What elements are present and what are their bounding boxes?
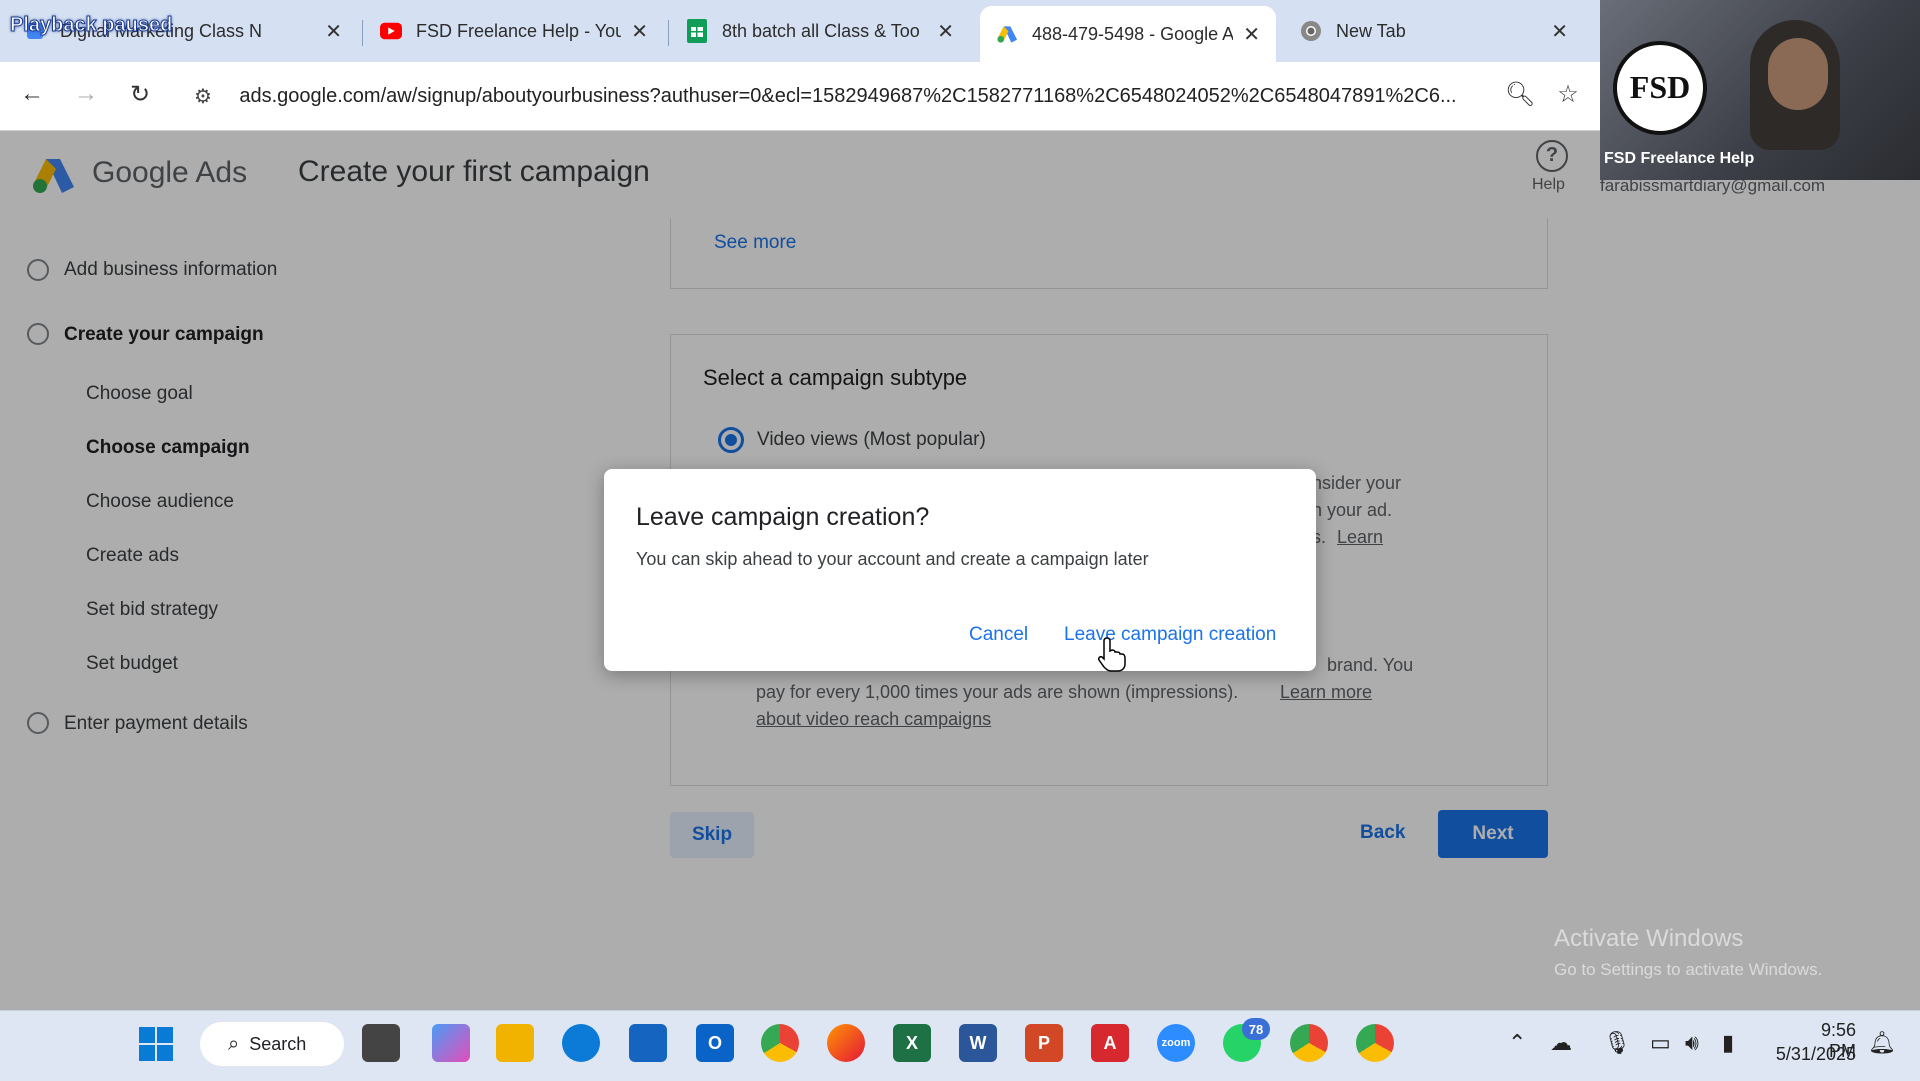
webcam-channel-label: FSD Freelance Help xyxy=(1604,150,1755,167)
cancel-button[interactable]: Cancel xyxy=(969,624,1028,646)
tab-8th-batch[interactable]: 8th batch all Class & Too ✕ xyxy=(670,6,970,56)
leave-campaign-button[interactable]: Leave campaign creation xyxy=(1064,624,1276,646)
tab-google-ads[interactable]: 488-479-5498 - Google A ✕ xyxy=(980,6,1276,62)
sheets-icon xyxy=(686,19,708,43)
chrome-icon xyxy=(1300,20,1322,42)
outlook-icon[interactable]: O xyxy=(696,1024,734,1062)
fsd-logo-text: FSD xyxy=(1630,69,1690,105)
windows-start-icon[interactable] xyxy=(138,1026,174,1062)
zoom-app-icon[interactable]: zoom xyxy=(1157,1024,1195,1062)
taskbar-search[interactable]: ⌕ Search xyxy=(200,1022,344,1066)
tab-title: New Tab xyxy=(1336,20,1406,41)
clock-date[interactable]: 5/31/2025 xyxy=(1770,1044,1856,1065)
edge-icon[interactable] xyxy=(562,1024,600,1062)
bookmark-star-icon[interactable]: ☆ xyxy=(1552,80,1584,109)
tab-new-tab[interactable]: New Tab ✕ xyxy=(1284,6,1584,56)
close-tab-icon[interactable]: ✕ xyxy=(631,19,648,44)
youtube-icon xyxy=(380,20,402,42)
tab-title: 8th batch all Class & Too xyxy=(722,20,920,41)
close-tab-icon[interactable]: ✕ xyxy=(937,19,954,44)
excel-icon[interactable]: X xyxy=(893,1024,931,1062)
url-text: ads.google.com/aw/signup/aboutyourbusine… xyxy=(239,84,1457,107)
hand-cursor-icon xyxy=(1098,637,1126,672)
acrobat-icon[interactable]: A xyxy=(1091,1024,1129,1062)
chevron-up-icon[interactable]: ⌃ xyxy=(1508,1030,1526,1056)
tab-title: FSD Freelance Help - You xyxy=(416,20,622,41)
chrome-icon[interactable] xyxy=(761,1024,799,1062)
microphone-icon[interactable]: 🎙︎ xyxy=(1603,1030,1631,1056)
dialog-title: Leave campaign creation? xyxy=(636,503,930,531)
search-icon: ⌕ xyxy=(228,1032,240,1055)
copilot-icon[interactable] xyxy=(432,1024,470,1062)
network-icon[interactable]: ▭ xyxy=(1650,1030,1671,1056)
task-view-icon[interactable] xyxy=(362,1024,400,1062)
google-ads-icon xyxy=(996,23,1018,45)
dialog-body: You can skip ahead to your account and c… xyxy=(636,549,1149,569)
word-icon[interactable]: W xyxy=(959,1024,997,1062)
forward-arrow-icon[interactable]: → xyxy=(70,80,102,108)
address-bar[interactable]: ⚙ ads.google.com/aw/signup/aboutyourbusi… xyxy=(180,72,1510,120)
activate-windows-watermark: Activate Windows xyxy=(1554,925,1744,952)
browser-toolbar: ← → ↻ ⚙ ads.google.com/aw/signup/aboutyo… xyxy=(0,62,1600,131)
powerpoint-icon[interactable]: P xyxy=(1025,1024,1063,1062)
presenter-face xyxy=(1768,38,1828,110)
site-settings-icon[interactable]: ⚙ xyxy=(194,84,221,109)
battery-icon[interactable]: ▮ xyxy=(1722,1030,1734,1056)
webcam-overlay: FSD FSD Freelance Help xyxy=(1600,0,1920,180)
close-tab-icon[interactable]: ✕ xyxy=(1551,19,1568,44)
notifications-icon[interactable]: 🔔︎ xyxy=(1868,1030,1896,1056)
search-label: Search xyxy=(249,1033,307,1054)
leave-campaign-dialog: Leave campaign creation? You can skip ah… xyxy=(604,469,1316,671)
tab-fsd-freelance[interactable]: FSD Freelance Help - You ✕ xyxy=(364,6,664,56)
fsd-logo-icon: FSD xyxy=(1613,41,1707,135)
file-explorer-icon[interactable] xyxy=(496,1024,534,1062)
store-icon[interactable] xyxy=(629,1024,667,1062)
whatsapp-badge: 78 xyxy=(1242,1018,1270,1040)
close-tab-icon[interactable]: ✕ xyxy=(325,19,342,44)
volume-icon[interactable]: 🔊︎ xyxy=(1685,1030,1699,1056)
browser-tab-strip: Digital Marketing Class N ✕ FSD Freelanc… xyxy=(0,0,1600,62)
chrome-profile-icon[interactable] xyxy=(1290,1024,1328,1062)
reload-icon[interactable]: ↻ xyxy=(124,80,156,109)
back-arrow-icon[interactable]: ← xyxy=(16,80,48,108)
close-tab-icon[interactable]: ✕ xyxy=(1243,22,1260,47)
onedrive-icon[interactable]: ☁ xyxy=(1550,1030,1572,1056)
firefox-icon[interactable] xyxy=(827,1024,865,1062)
tab-title: 488-479-5498 - Google A xyxy=(1032,23,1234,44)
chrome-secondary-icon[interactable] xyxy=(1356,1024,1394,1062)
activate-windows-subtitle: Go to Settings to activate Windows. xyxy=(1554,960,1823,979)
zoom-icon[interactable]: 🔍︎ xyxy=(1504,80,1536,109)
playback-paused-label: Playback paused xyxy=(9,14,173,37)
